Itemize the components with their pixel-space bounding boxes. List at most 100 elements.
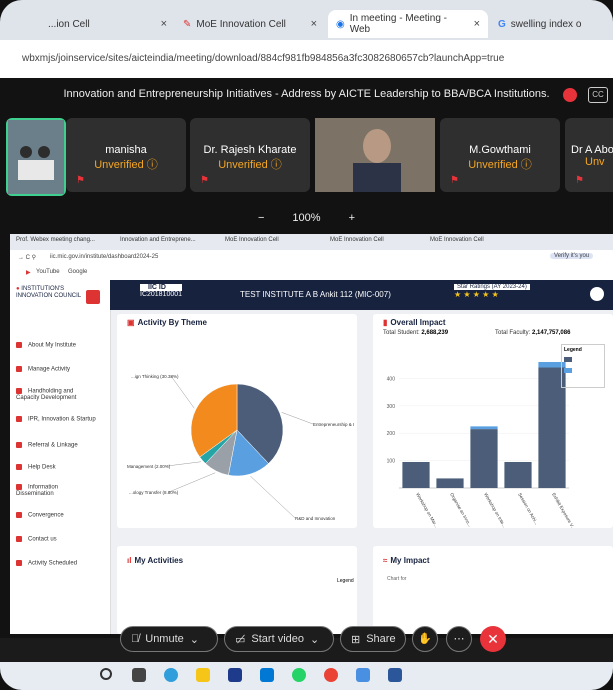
bar [504,461,532,488]
nav-icons: → C ⚲ [18,255,37,261]
iic-id-value: IC201810001 [140,291,183,298]
close-icon[interactable]: × [474,18,480,30]
menu-dot-icon [16,366,22,372]
menu-dot-icon [16,464,22,470]
iic-logo: ● INSTITUTION'S INNOVATION COUNCIL [16,286,82,299]
menu-dot-icon [16,484,22,490]
sidebar-item: About My Institute [16,342,76,349]
start-video-button[interactable]: ▭̸ Start video ⌄ [224,626,334,652]
participant-name: Dr. Rajesh Kharate [203,144,297,156]
share-button[interactable]: ⊞ Share [340,626,406,652]
dashboard-sidebar: ● INSTITUTION'S INNOVATION COUNCIL About… [10,280,111,634]
chrome-icon[interactable] [324,668,338,682]
chart-caption: Chart for [387,576,407,582]
zoom-in-button[interactable]: + [349,212,355,224]
activity-icon: ıl [127,556,132,565]
end-call-button[interactable]: ✕ [480,626,506,652]
windows-taskbar [0,662,613,690]
menu-dot-icon [16,560,22,566]
card-title: ▮ Overall Impact [383,318,446,327]
camera-off-icon: ▭̸ [235,633,246,646]
address-bar[interactable]: wbxmjs/joinservice/sites/aicteindia/meet… [0,40,613,79]
unmute-button[interactable]: 🎙̸ Unmute ⌄ [120,626,218,652]
shared-tab: MoE Innovation Cell [330,237,384,243]
profile-chip: Verify it's you [550,253,594,259]
legend-item [564,357,602,364]
muted-mic-icon: ⚑ [450,175,459,186]
captions-icon[interactable]: CC [588,87,608,103]
zoom-out-button[interactable]: − [258,212,264,224]
total-student: Total Student: 2,688,239 [383,330,448,336]
close-icon[interactable]: × [311,18,317,30]
menu-dot-icon [16,342,22,348]
shared-address-bar: → C ⚲ iic.mic.gov.in/institute/dashboard… [10,250,613,267]
card-title: ıl My Activities [127,556,183,565]
screenshot-frame: ...ion Cell × ✎ MoE Innovation Cell × ◉ In… [0,0,613,690]
word-icon[interactable] [388,668,402,682]
muted-mic-icon: ⚑ [200,175,209,186]
menu-dot-icon [16,512,22,518]
x-tick-label: Workshop on Inte... [483,492,507,528]
file-explorer-icon[interactable] [196,668,210,682]
x-tick-label: Workshop on Mar... [415,492,439,528]
dashboard-header: IIC ID IC201810001 TEST INSTITUTE A B An… [110,280,613,310]
search-icon[interactable] [100,668,112,680]
avatar [590,287,604,301]
start-video-label: Start video [251,633,304,645]
logo-text: INSTITUTION'S INNOVATION COUNCIL [16,286,82,299]
pie-label: Management (2.00%) [127,464,171,469]
sidebar-item: Convergence [16,512,64,519]
sidebar-label: Handholding and Capacity Development [16,388,77,401]
browser-tab[interactable]: ✎ MoE Innovation Cell × [175,10,325,38]
video-thumbnail [8,120,64,194]
store-icon[interactable] [228,668,242,682]
total-student-value: 2,688,239 [421,330,449,336]
card-title-text: Activity By Theme [137,318,207,327]
menu-dot-icon [16,442,22,448]
star-icons: ★ ★ ★ ★ ★ [454,290,499,299]
record-icon[interactable] [563,88,577,102]
browser-tab-bar: ...ion Cell × ✎ MoE Innovation Cell × ◉ In… [0,0,613,40]
pie-leader-line [166,461,202,467]
participant-tile[interactable]: Dr A Abo Unv ⚑ [565,118,613,192]
task-view-icon[interactable] [132,668,146,682]
browser-tab[interactable]: ...ion Cell × [40,10,175,38]
shared-tab: MoE Innovation Cell [225,237,279,243]
pie-label: ...ign Thinking (30.38%) [131,374,179,379]
sidebar-item: Help Desk [16,464,56,471]
iic-id-block: IIC ID IC201810001 [140,284,183,298]
dashboard-main: ▣ Activity By Theme Entrepreneurship & I R… [111,310,613,634]
shared-tab: MoE Innovation Cell [430,237,484,243]
browser-tab[interactable]: G swelling index o [490,10,613,38]
whatsapp-icon[interactable] [292,668,306,682]
edge-icon[interactable] [164,668,178,682]
more-options-button[interactable]: ⋯ [446,626,472,652]
activity-card: ▣ Activity By Theme Entrepreneurship & I R… [117,314,357,528]
sidebar-item: Referral & Linkage [16,442,78,449]
shared-tab: Prof. Webex meeting chang... [16,237,95,243]
mail-icon[interactable] [260,668,274,682]
participant-tile[interactable]: M.Gowthami Unverified ⓘ ⚑ [440,118,560,192]
card-title: ▣ Activity By Theme [127,318,207,327]
raise-hand-button[interactable]: ✋ [412,626,438,652]
participant-video-self[interactable] [6,118,66,196]
pie-leader-line [250,475,296,519]
x-tick-label: Organise an Inno... [449,492,472,528]
menu-icon [86,290,100,304]
bookmark: Google [68,269,88,275]
app-icon[interactable] [356,668,370,682]
close-icon[interactable]: × [161,18,167,30]
sidebar-label: Activity Scheduled [28,560,78,567]
moe-icon: ✎ [183,18,192,30]
menu-dot-icon [16,416,22,422]
participant-name: M.Gowthami [469,144,531,156]
sidebar-item: Manage Activity [16,366,70,373]
participant-tile[interactable]: manisha Unverified ⓘ ⚑ [66,118,186,192]
webex-icon: ◉ [336,18,345,30]
participant-video-speaker[interactable] [315,118,435,192]
participant-tile[interactable]: Dr. Rajesh Kharate Unverified ⓘ ⚑ [190,118,310,192]
pie-leader-line [170,375,195,409]
browser-tab-active[interactable]: ◉ In meeting - Meeting - Web × [328,10,488,38]
star-rating: Star Ratings (AY 2023-24) ★ ★ ★ ★ ★ [454,284,530,299]
muted-mic-icon: ⚑ [76,175,85,186]
